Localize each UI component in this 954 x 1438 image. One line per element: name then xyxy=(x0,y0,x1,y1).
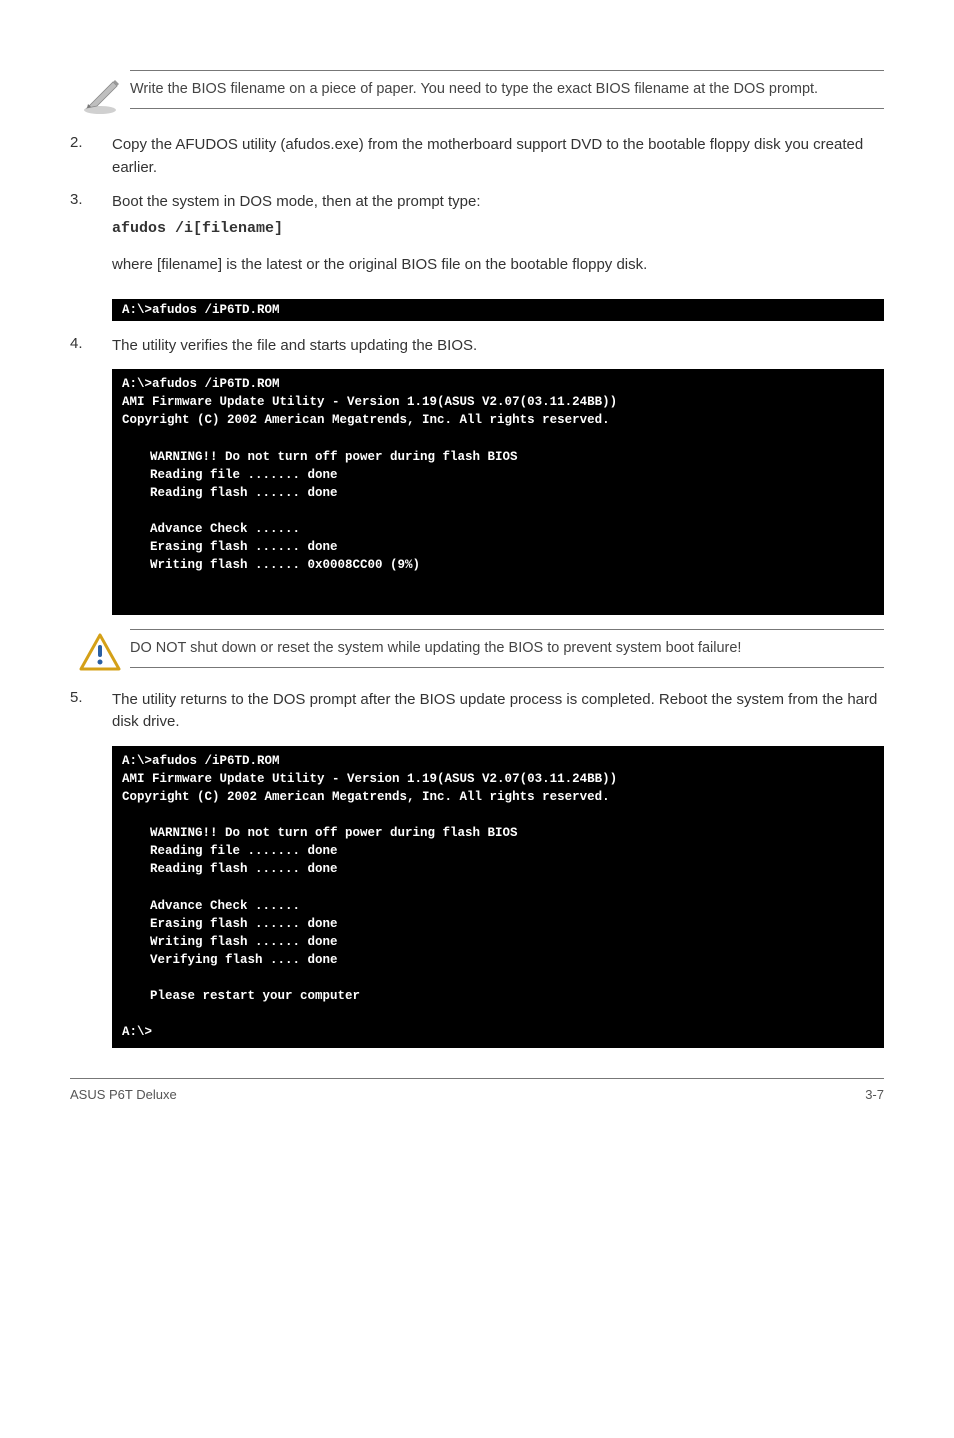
note-callout: Write the BIOS filename on a piece of pa… xyxy=(70,70,884,116)
step-text: Boot the system in DOS mode, then at the… xyxy=(112,193,481,210)
step-number: 3. xyxy=(70,191,112,287)
terminal-output-3: A:\>afudos /iP6TD.ROM AMI Firmware Updat… xyxy=(112,746,884,1048)
step-text: Copy the AFUDOS utility (afudos.exe) fro… xyxy=(112,134,884,179)
step-after-text: where [filename] is the latest or the or… xyxy=(112,254,884,277)
step-text: The utility verifies the file and starts… xyxy=(112,335,884,358)
terminal-output-1: A:\>afudos /iP6TD.ROM xyxy=(112,299,884,321)
page-footer: ASUS P6T Deluxe 3-7 xyxy=(70,1078,884,1122)
step-2: 2. Copy the AFUDOS utility (afudos.exe) … xyxy=(70,134,884,179)
footer-left: ASUS P6T Deluxe xyxy=(70,1087,177,1102)
command-text: afudos /i[filename] xyxy=(112,218,884,241)
footer-right: 3-7 xyxy=(865,1087,884,1102)
warning-text: DO NOT shut down or reset the system whi… xyxy=(130,629,884,668)
terminal-output-2: A:\>afudos /iP6TD.ROM AMI Firmware Updat… xyxy=(112,369,884,614)
warning-callout: DO NOT shut down or reset the system whi… xyxy=(70,629,884,671)
step-5: 5. The utility returns to the DOS prompt… xyxy=(70,689,884,734)
step-3: 3. Boot the system in DOS mode, then at … xyxy=(70,191,884,287)
step-number: 2. xyxy=(70,134,112,179)
step-body: Boot the system in DOS mode, then at the… xyxy=(112,191,884,287)
step-text: The utility returns to the DOS prompt af… xyxy=(112,689,884,734)
warning-icon xyxy=(70,629,130,671)
pencil-icon xyxy=(70,70,130,116)
page-content: Write the BIOS filename on a piece of pa… xyxy=(0,0,954,1048)
step-4: 4. The utility verifies the file and sta… xyxy=(70,335,884,358)
note-text: Write the BIOS filename on a piece of pa… xyxy=(130,70,884,109)
step-number: 4. xyxy=(70,335,112,358)
step-number: 5. xyxy=(70,689,112,734)
